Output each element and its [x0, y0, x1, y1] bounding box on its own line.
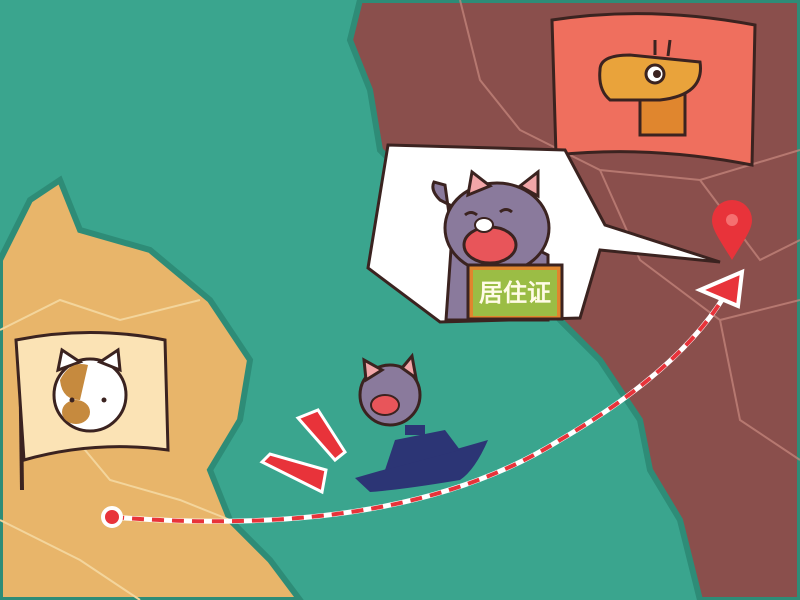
residence-permit-sign: 居住证: [466, 263, 564, 321]
giraffe-flag-icon: [550, 12, 757, 167]
boat-cat-icon: [358, 352, 422, 427]
migration-map-illustration: 居住证: [0, 0, 800, 600]
origin-point: [101, 506, 123, 528]
sign-text: 居住证: [479, 279, 551, 307]
